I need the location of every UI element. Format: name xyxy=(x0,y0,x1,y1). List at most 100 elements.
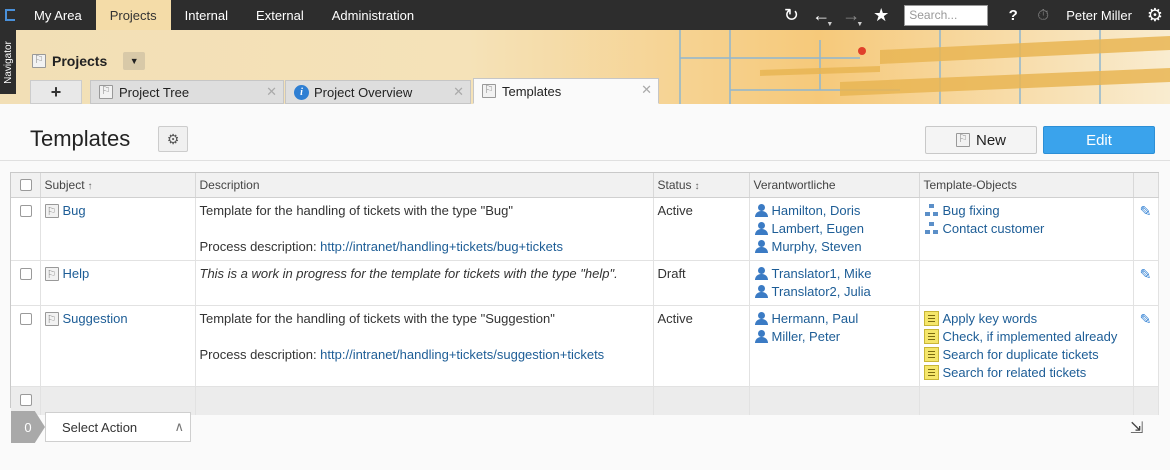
person-link[interactable]: Murphy, Steven xyxy=(772,238,862,256)
content-area: Templates ⚙ New Edit Subject↑ Descriptio… xyxy=(0,104,1170,470)
person-icon xyxy=(754,284,769,299)
timer-icon[interactable]: ⏱ xyxy=(1028,0,1058,30)
nav-tab-external[interactable]: External xyxy=(242,0,318,30)
process-prefix: Process description: xyxy=(199,346,321,362)
process-link[interactable]: http://intranet/handling+tickets/suggest… xyxy=(320,347,604,362)
object-link[interactable]: Search for related tickets xyxy=(943,364,1087,382)
close-icon[interactable]: ✕ xyxy=(641,82,652,98)
footer-checkbox[interactable] xyxy=(20,393,32,406)
select-action-dropdown[interactable]: Select Action ∧ xyxy=(45,412,191,442)
star-icon[interactable]: ★ xyxy=(866,0,896,30)
project-title: Projects xyxy=(52,53,108,69)
top-nav-bar: My Area Projects Internal External Admin… xyxy=(0,0,1170,30)
person-icon xyxy=(754,239,769,254)
nav-tab-internal[interactable]: Internal xyxy=(171,0,242,30)
subject-link[interactable]: Suggestion xyxy=(63,310,128,328)
person-link[interactable]: Hermann, Paul xyxy=(772,310,859,328)
nav-tab-my-area[interactable]: My Area xyxy=(20,0,96,30)
workflow-icon xyxy=(924,221,939,236)
row-checkbox[interactable] xyxy=(20,267,32,280)
edit-icon[interactable]: ✎ xyxy=(1138,310,1154,328)
project-header: Projects ▼ xyxy=(32,52,146,70)
person-link[interactable]: Translator2, Julia xyxy=(772,283,871,301)
chevron-down-icon[interactable]: ▼ xyxy=(123,52,146,70)
row-checkbox[interactable] xyxy=(20,312,32,325)
edit-button[interactable]: Edit xyxy=(1043,126,1155,154)
col-description[interactable]: Description xyxy=(195,173,654,198)
subject-link[interactable]: Bug xyxy=(63,202,86,220)
tab-label: Templates xyxy=(502,83,562,99)
col-verantwortliche[interactable]: Verantwortliche xyxy=(749,173,920,198)
gear-icon: ⚙ xyxy=(166,130,180,147)
template-icon xyxy=(482,83,496,98)
person-link[interactable]: Hamilton, Doris xyxy=(772,202,861,220)
checklist-icon xyxy=(923,347,939,362)
person-icon xyxy=(754,266,769,281)
person-link[interactable]: Lambert, Eugen xyxy=(772,220,865,238)
sort-icon: ↕ xyxy=(694,180,700,192)
object-link[interactable]: Check, if implemented already xyxy=(943,328,1118,346)
info-icon: i xyxy=(294,84,309,100)
template-icon xyxy=(44,203,59,221)
template-icon xyxy=(955,132,970,147)
back-icon[interactable]: ← ▼ xyxy=(806,0,836,30)
person-icon xyxy=(754,221,769,236)
divider xyxy=(0,160,1170,161)
add-tab-button[interactable]: + xyxy=(30,80,82,104)
tab-templates[interactable]: Templates ✕ xyxy=(473,78,659,104)
sort-asc-icon: ↑ xyxy=(87,180,93,192)
nav-tab-administration[interactable]: Administration xyxy=(318,0,428,30)
subject-link[interactable]: Help xyxy=(63,265,90,283)
person-link[interactable]: Miller, Peter xyxy=(772,328,841,346)
status-text: Active xyxy=(653,305,750,387)
checklist-icon xyxy=(923,311,939,326)
edit-icon[interactable]: ✎ xyxy=(1138,202,1154,220)
tab-project-tree[interactable]: Project Tree ✕ xyxy=(90,80,284,104)
object-link[interactable]: Contact customer xyxy=(943,220,1045,238)
settings-button[interactable]: ⚙ xyxy=(158,126,188,152)
row-checkbox[interactable] xyxy=(20,204,32,217)
help-icon[interactable]: ? xyxy=(998,0,1028,30)
col-status[interactable]: Status ↕ xyxy=(653,173,750,198)
edit-icon[interactable]: ✎ xyxy=(1138,265,1154,283)
close-icon[interactable]: ✕ xyxy=(453,84,464,100)
forward-icon[interactable]: → ▼ xyxy=(836,0,866,30)
table-row[interactable]: Bug Template for the handling of tickets… xyxy=(11,197,1159,261)
workflow-icon xyxy=(924,203,939,218)
table-row[interactable]: Help This is a work in progress for the … xyxy=(11,260,1159,306)
tab-label: Project Overview xyxy=(314,84,413,100)
object-link[interactable]: Bug fixing xyxy=(943,202,1000,220)
export-icon[interactable]: ⇲ xyxy=(1130,418,1150,438)
navigator-toggle[interactable]: Navigator xyxy=(0,30,16,94)
object-link[interactable]: Apply key words xyxy=(943,310,1038,328)
person-icon xyxy=(754,329,769,344)
refresh-icon[interactable]: ↻ xyxy=(776,0,806,30)
new-button[interactable]: New xyxy=(925,126,1037,154)
nav-tab-projects[interactable]: Projects xyxy=(95,0,171,30)
gear-icon[interactable]: ⚙ xyxy=(1140,0,1170,30)
tab-project-overview[interactable]: i Project Overview ✕ xyxy=(285,80,471,104)
status-text: Draft xyxy=(653,260,750,306)
select-all-cell xyxy=(11,173,41,198)
new-label: New xyxy=(975,131,1006,149)
col-subject[interactable]: Subject ↑ xyxy=(40,173,196,198)
description-text: This is a work in progress for the templ… xyxy=(199,265,618,281)
person-link[interactable]: Translator1, Mike xyxy=(772,265,872,283)
process-link[interactable]: http://intranet/handling+tickets/bug+tic… xyxy=(320,239,563,254)
object-link[interactable]: Search for duplicate tickets xyxy=(943,346,1099,364)
templates-table: Subject ↑ Description Status ↕ Verantwortl… xyxy=(10,172,1159,415)
checklist-icon xyxy=(923,365,939,380)
app-logo-icon[interactable] xyxy=(0,0,20,30)
selection-count: 0 xyxy=(11,411,45,443)
description-text: Template for the handling of tickets wit… xyxy=(199,310,555,326)
select-all-checkbox[interactable] xyxy=(20,178,32,191)
user-name[interactable]: Peter Miller xyxy=(1058,8,1140,23)
project-tree-icon xyxy=(99,84,113,99)
col-template-objects[interactable]: Template-Objects xyxy=(919,173,1134,198)
template-icon xyxy=(44,266,59,284)
table-header-row: Subject ↑ Description Status ↕ Verantwortl… xyxy=(11,173,1159,198)
page-title: Templates xyxy=(30,126,131,151)
close-icon[interactable]: ✕ xyxy=(266,84,277,100)
search-input[interactable] xyxy=(904,4,989,26)
table-row[interactable]: Suggestion Template for the handling of … xyxy=(11,305,1159,387)
